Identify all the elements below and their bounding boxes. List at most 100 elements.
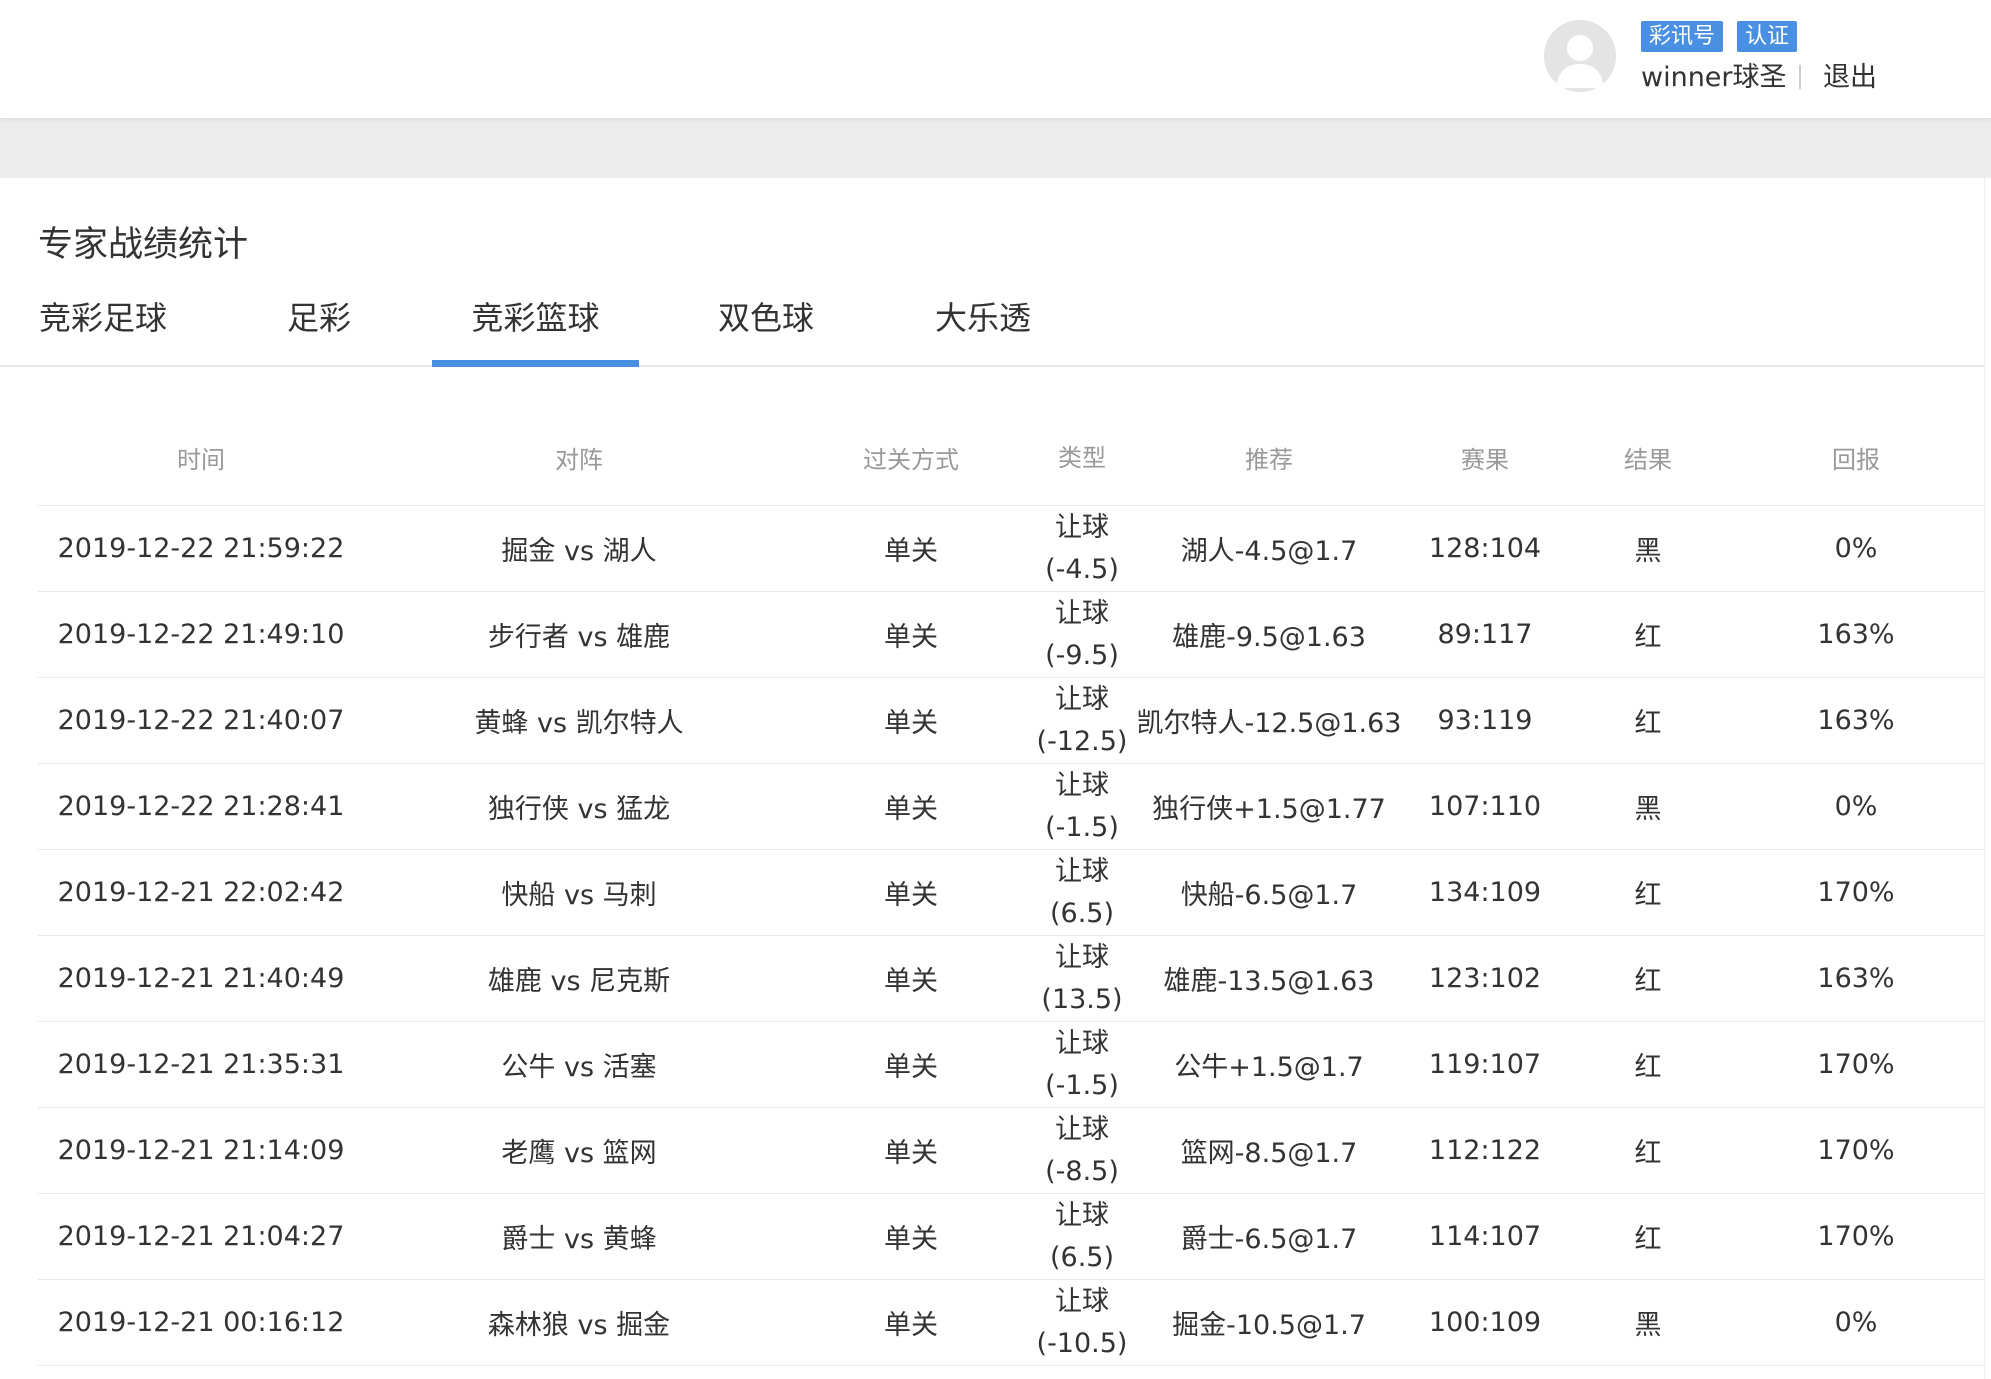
username-label[interactable]: winner球圣 bbox=[1641, 60, 1787, 96]
cell-handicap: (13.5) bbox=[1041, 983, 1123, 1015]
cell-recommendation: 掘金-10.5@1.7 bbox=[1172, 1310, 1366, 1341]
cell-mode: 单关 bbox=[884, 1224, 938, 1255]
cell-handicap: (-8.5) bbox=[1045, 1155, 1119, 1187]
cell-mode: 单关 bbox=[884, 1052, 938, 1083]
tab-jingcai-football[interactable]: 竞彩足球 bbox=[0, 278, 206, 365]
column-header-return: 回报 bbox=[1832, 446, 1880, 474]
cell-handicap: (-9.5) bbox=[1045, 639, 1119, 671]
tab-label: 双色球 bbox=[717, 299, 814, 337]
cell-recommendation: 湖人-4.5@1.7 bbox=[1180, 536, 1358, 567]
cell-mode: 单关 bbox=[884, 880, 938, 911]
cell-recommendation: 雄鹿-13.5@1.63 bbox=[1163, 966, 1375, 997]
cell-type-label: 让球 bbox=[1055, 855, 1109, 887]
cell-match: 雄鹿 vs 尼克斯 bbox=[487, 966, 671, 997]
cell-type: 让球 (6.5) bbox=[1028, 850, 1136, 935]
tab-label: 竞彩篮球 bbox=[471, 299, 600, 337]
cell-type-label: 让球 bbox=[1055, 1285, 1109, 1317]
cell-score: 93:119 bbox=[1437, 705, 1533, 736]
cell-type-label: 让球 bbox=[1055, 1199, 1109, 1231]
cell-return: 163% bbox=[1817, 619, 1895, 650]
tab-label: 竞彩足球 bbox=[38, 299, 167, 337]
tab-shuangseqiu[interactable]: 双色球 bbox=[696, 278, 836, 365]
active-tab-indicator bbox=[432, 360, 639, 367]
cell-time: 2019-12-22 21:28:41 bbox=[57, 791, 345, 822]
cell-type: 让球 (-9.5) bbox=[1028, 592, 1136, 677]
tab-jingcai-basketball[interactable]: 竞彩篮球 bbox=[432, 278, 639, 367]
cell-score: 89:117 bbox=[1437, 619, 1533, 650]
expert-stats-panel: 专家战绩统计 竞彩足球 足彩 竞彩篮球 双色球 大乐透 时间 对阵 过关方式 类… bbox=[0, 178, 1985, 1379]
table-row: 2019-12-22 21:59:22 掘金 vs 湖人 单关 让球 (-4.5… bbox=[38, 506, 1984, 592]
cell-handicap: (-1.5) bbox=[1045, 1069, 1119, 1101]
top-header: 彩讯号 认证 winner球圣 退出 bbox=[0, 0, 1991, 118]
cell-return: 0% bbox=[1834, 791, 1878, 822]
column-header-match: 对阵 bbox=[555, 446, 603, 474]
cell-return: 163% bbox=[1817, 705, 1895, 736]
tab-label: 足彩 bbox=[286, 299, 351, 337]
table-row: 2019-12-21 21:40:49 雄鹿 vs 尼克斯 单关 让球 (13.… bbox=[38, 936, 1984, 1022]
logout-link[interactable]: 退出 bbox=[1823, 60, 1877, 96]
cell-recommendation: 快船-6.5@1.7 bbox=[1180, 880, 1358, 911]
cell-recommendation: 凯尔特人-12.5@1.63 bbox=[1136, 708, 1402, 739]
tab-daletou[interactable]: 大乐透 bbox=[910, 278, 1056, 365]
cell-result: 红 bbox=[1634, 1138, 1662, 1169]
cell-type-label: 让球 bbox=[1055, 1027, 1109, 1059]
cell-mode: 单关 bbox=[884, 622, 938, 653]
cell-result: 红 bbox=[1634, 1052, 1662, 1083]
cell-type: 让球 (-1.5) bbox=[1028, 764, 1136, 849]
verified-badge: 认证 bbox=[1737, 21, 1798, 52]
cell-match: 老鹰 vs 篮网 bbox=[501, 1138, 657, 1169]
cell-time: 2019-12-21 21:35:31 bbox=[57, 1049, 345, 1080]
record-table: 时间 对阵 过关方式 类型 推荐 赛果 结果 回报 2019-12-22 21:… bbox=[38, 410, 1984, 1366]
cell-type: 让球 (-8.5) bbox=[1028, 1108, 1136, 1193]
table-row: 2019-12-22 21:28:41 独行侠 vs 猛龙 单关 让球 (-1.… bbox=[38, 764, 1984, 850]
column-header-result: 结果 bbox=[1624, 446, 1672, 474]
table-row: 2019-12-21 21:14:09 老鹰 vs 篮网 单关 让球 (-8.5… bbox=[38, 1108, 1984, 1194]
cell-type: 让球 (-1.5) bbox=[1028, 1022, 1136, 1107]
cell-type: 让球 (-12.5) bbox=[1028, 678, 1136, 763]
cell-type-label: 让球 bbox=[1055, 597, 1109, 629]
table-header: 时间 对阵 过关方式 类型 推荐 赛果 结果 回报 bbox=[38, 410, 1984, 506]
cell-result: 红 bbox=[1634, 622, 1662, 653]
cell-result: 红 bbox=[1634, 966, 1662, 997]
cell-time: 2019-12-22 21:59:22 bbox=[57, 533, 345, 564]
column-header-score: 赛果 bbox=[1461, 446, 1509, 474]
user-avatar-icon[interactable] bbox=[1544, 20, 1616, 92]
cell-type: 让球 (13.5) bbox=[1028, 936, 1136, 1021]
cell-result: 红 bbox=[1634, 1224, 1662, 1255]
cell-result: 红 bbox=[1634, 880, 1662, 911]
table-row: 2019-12-21 21:35:31 公牛 vs 活塞 单关 让球 (-1.5… bbox=[38, 1022, 1984, 1108]
cell-return: 0% bbox=[1834, 533, 1878, 564]
lottery-tabs: 竞彩足球 足彩 竞彩篮球 双色球 大乐透 bbox=[0, 278, 1984, 367]
cell-match: 快船 vs 马刺 bbox=[501, 880, 657, 911]
header-spacer-band bbox=[0, 118, 1991, 178]
cell-match: 步行者 vs 雄鹿 bbox=[487, 622, 671, 653]
cell-score: 112:122 bbox=[1428, 1135, 1542, 1166]
cell-time: 2019-12-21 21:14:09 bbox=[57, 1135, 345, 1166]
cell-time: 2019-12-22 21:40:07 bbox=[57, 705, 345, 736]
table-row: 2019-12-21 22:02:42 快船 vs 马刺 单关 让球 (6.5)… bbox=[38, 850, 1984, 936]
cell-result: 黑 bbox=[1634, 1310, 1662, 1341]
cell-score: 128:104 bbox=[1428, 533, 1542, 564]
column-header-type: 类型 bbox=[1058, 443, 1106, 472]
cell-type: 让球 (6.5) bbox=[1028, 1194, 1136, 1279]
cell-return: 163% bbox=[1817, 963, 1895, 994]
cell-mode: 单关 bbox=[884, 794, 938, 825]
cell-mode: 单关 bbox=[884, 966, 938, 997]
cell-score: 100:109 bbox=[1428, 1307, 1542, 1338]
cell-match: 掘金 vs 湖人 bbox=[501, 536, 657, 567]
cell-recommendation: 独行侠+1.5@1.77 bbox=[1152, 794, 1386, 825]
cell-return: 170% bbox=[1817, 1221, 1895, 1252]
cell-mode: 单关 bbox=[884, 1138, 938, 1169]
column-header-mode: 过关方式 bbox=[863, 446, 959, 474]
cell-match: 黄蜂 vs 凯尔特人 bbox=[474, 708, 684, 739]
cell-return: 170% bbox=[1817, 1135, 1895, 1166]
cell-type: 让球 (-10.5) bbox=[1028, 1280, 1136, 1365]
header-divider bbox=[1799, 65, 1801, 89]
cell-match: 独行侠 vs 猛龙 bbox=[487, 794, 671, 825]
cell-score: 123:102 bbox=[1428, 963, 1542, 994]
cell-type-label: 让球 bbox=[1055, 769, 1109, 801]
tab-zucai[interactable]: 足彩 bbox=[266, 278, 372, 365]
table-row: 2019-12-21 00:16:12 森林狼 vs 掘金 单关 让球 (-10… bbox=[38, 1280, 1984, 1366]
cell-handicap: (-4.5) bbox=[1045, 553, 1119, 585]
table-row: 2019-12-22 21:40:07 黄蜂 vs 凯尔特人 单关 让球 (-1… bbox=[38, 678, 1984, 764]
